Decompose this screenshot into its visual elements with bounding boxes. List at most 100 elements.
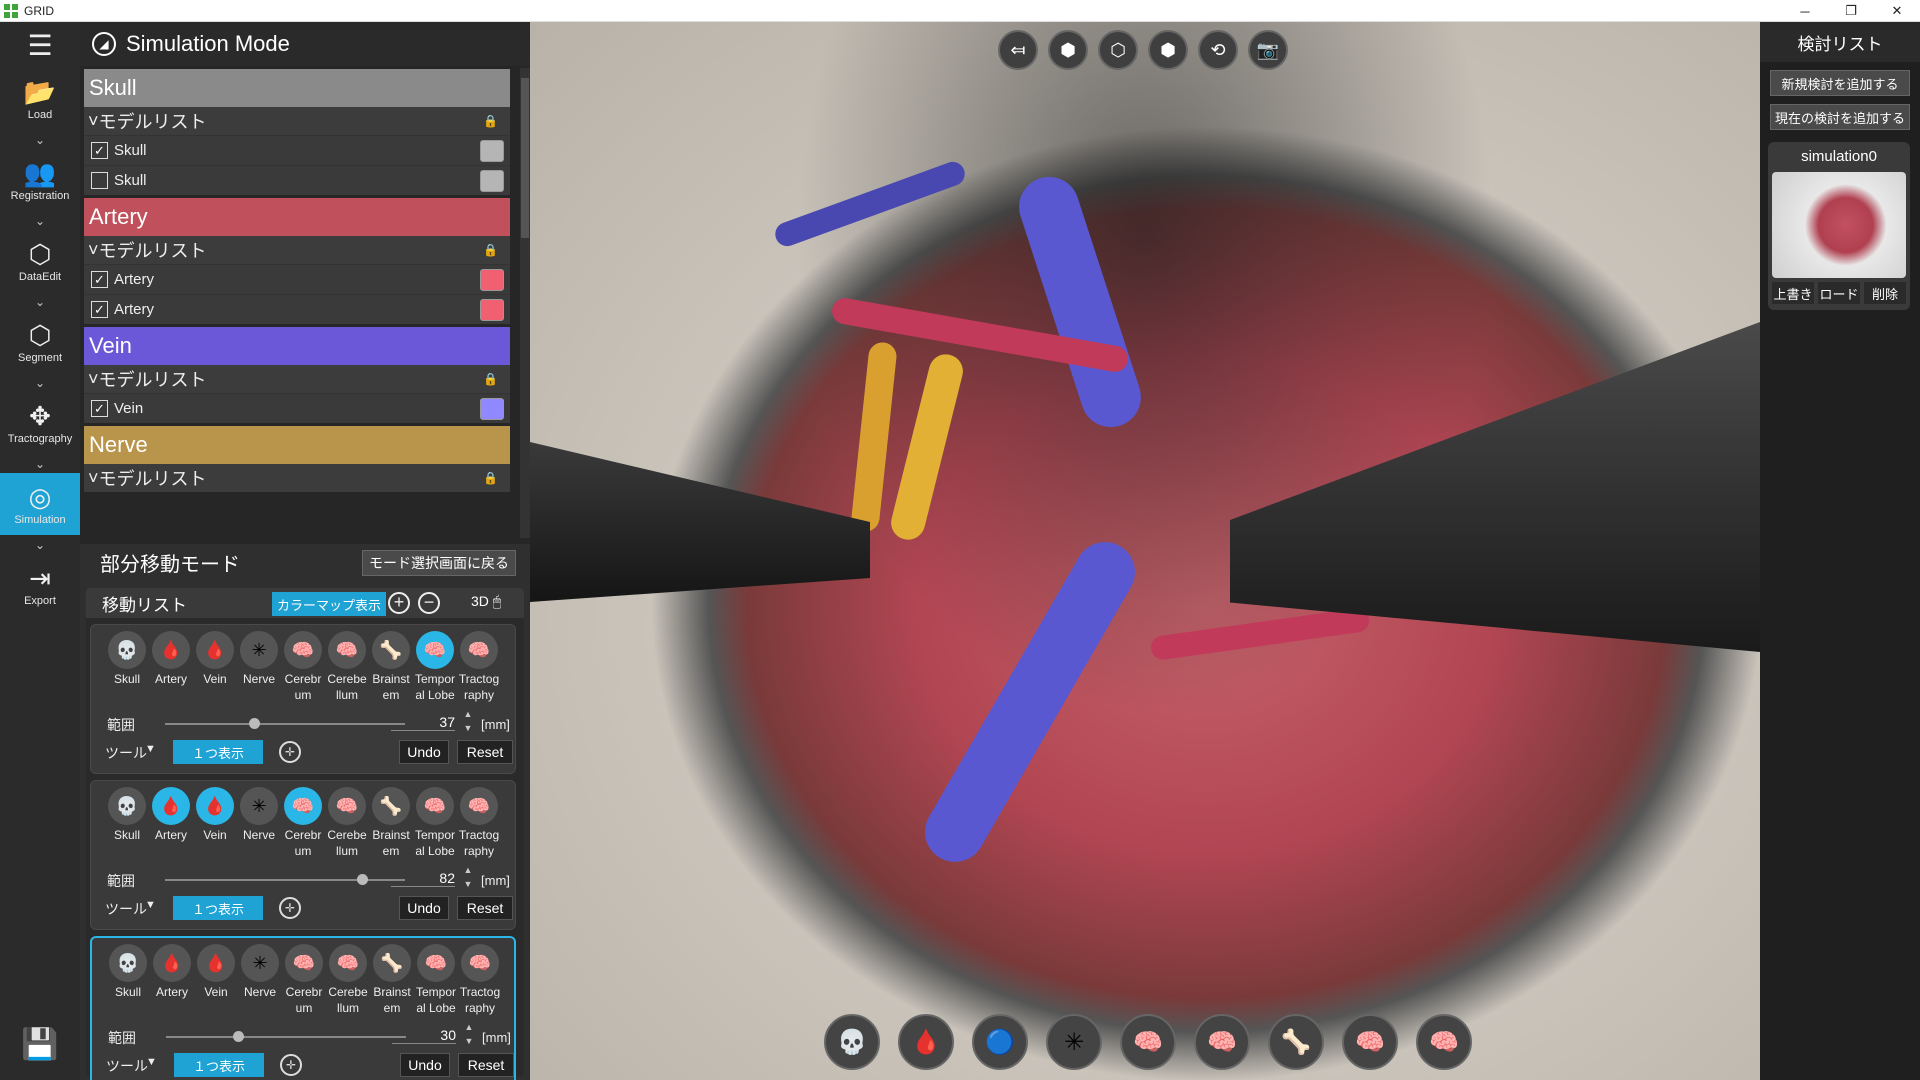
nav-item-export[interactable]: ⇥ Export xyxy=(0,554,80,616)
minimize-button[interactable]: ─ xyxy=(1782,0,1828,22)
organ-toggle[interactable]: 🩸 Artery xyxy=(150,944,194,1016)
model-checkbox[interactable]: ✓ xyxy=(91,271,108,288)
nav-item-segment[interactable]: ⬡ Segment xyxy=(0,311,80,373)
caret-down-icon[interactable]: ˅ xyxy=(88,369,99,390)
organ-toggle[interactable]: 🧠 Cerebe llum xyxy=(325,787,369,859)
range-slider[interactable] xyxy=(165,723,405,725)
target-icon[interactable]: ✛ xyxy=(280,1054,302,1076)
target-icon[interactable]: ✛ xyxy=(279,741,301,763)
chevron-down-icon[interactable]: ⌄ xyxy=(0,454,80,473)
layer-group-title[interactable]: Vein xyxy=(84,327,510,365)
organ-toggle[interactable]: ✳ Nerve xyxy=(237,787,281,859)
undo-button[interactable]: Undo xyxy=(399,896,449,920)
remove-icon[interactable]: − xyxy=(418,592,440,614)
model-checkbox[interactable]: ✓ xyxy=(91,301,108,318)
nerve-model-icon[interactable]: ✳ xyxy=(1046,1014,1102,1070)
organ-toggle[interactable]: 🧠 Tractog raphy xyxy=(457,787,501,859)
organ-toggle[interactable]: 🧠 Tractog raphy xyxy=(458,944,502,1016)
cube-front-icon[interactable]: ⬢ xyxy=(1048,30,1088,70)
undo-button[interactable]: Undo xyxy=(400,1053,450,1077)
organ-icon[interactable]: 🩸 xyxy=(197,944,235,982)
reset-button[interactable]: Reset xyxy=(457,896,513,920)
view-3d-toggle[interactable]: 3D 🖱 xyxy=(471,593,501,610)
nav-item-dataedit[interactable]: ⬡ DataEdit xyxy=(0,230,80,292)
caret-down-icon[interactable]: ▼ xyxy=(146,1056,157,1068)
show-one-button[interactable]: １つ表示 xyxy=(174,1053,264,1077)
organ-toggle[interactable]: 🧠 Cerebe llum xyxy=(326,944,370,1016)
range-spinner[interactable]: ▲ ▼ xyxy=(461,707,475,737)
reset-button[interactable]: Reset xyxy=(457,740,513,764)
nav-item-registration[interactable]: 👥 Registration xyxy=(0,149,80,211)
organ-icon[interactable]: ✳ xyxy=(240,787,278,825)
caret-down-icon[interactable]: ▼ xyxy=(145,899,156,911)
organ-icon[interactable]: ✳ xyxy=(241,944,279,982)
organ-icon[interactable]: 🧠 xyxy=(285,944,323,982)
organ-toggle[interactable]: ✳ Nerve xyxy=(238,944,282,1016)
camera-icon[interactable]: 📷 xyxy=(1248,30,1288,70)
organ-icon[interactable]: 🧠 xyxy=(461,944,499,982)
range-slider-knob[interactable] xyxy=(248,718,260,729)
organ-toggle[interactable]: 🩸 Vein xyxy=(194,944,238,1016)
cube-right-icon[interactable]: ⬢ xyxy=(1148,30,1188,70)
back-to-mode-select-button[interactable]: モード選択画面に戻る xyxy=(362,550,516,576)
organ-icon[interactable]: 💀 xyxy=(108,631,146,669)
organ-toggle[interactable]: 🧠 Cerebe llum xyxy=(325,631,369,703)
organ-toggle[interactable]: 🩸 Vein xyxy=(193,631,237,703)
nav-item-simulation[interactable]: ◎ Simulation xyxy=(0,473,80,535)
organ-icon[interactable]: 🧠 xyxy=(284,631,322,669)
show-one-button[interactable]: １つ表示 xyxy=(173,896,263,920)
range-value-input[interactable]: 30 xyxy=(392,1027,456,1044)
range-slider-knob[interactable] xyxy=(233,1031,244,1042)
model-list-header[interactable]: ˅ モデルリスト 🔒 xyxy=(84,236,510,264)
organ-icon[interactable]: 🦴 xyxy=(373,944,411,982)
organ-toggle[interactable]: 🧠 Cerebr um xyxy=(281,787,325,859)
3d-viewport[interactable]: ⤆ ⬢ ⬡ ⬢ ⟲ 📷 💀 🩸 🔵 ✳ 🧠 🧠 🦴 🧠 🧠 xyxy=(530,22,1760,1080)
organ-icon[interactable]: 🧠 xyxy=(417,944,455,982)
move-card[interactable]: 💀 Skull 🩸 Artery 🩸 Vein ✳ Nerve 🧠 Cerebr um 🧠 Cereb… xyxy=(90,624,516,774)
nav-item-load[interactable]: 📂 Load xyxy=(0,68,80,130)
layer-scrollbar[interactable] xyxy=(520,68,530,538)
organ-icon[interactable]: 🧠 xyxy=(328,787,366,825)
skull-model-icon[interactable]: 💀 xyxy=(824,1014,880,1070)
organ-toggle[interactable]: 🧠 Tractog raphy xyxy=(457,631,501,703)
organ-toggle[interactable]: 🦴 Brainst em xyxy=(369,787,413,859)
organ-toggle[interactable]: 🦴 Brainst em xyxy=(369,631,413,703)
organ-icon[interactable]: 🧠 xyxy=(328,631,366,669)
restore-button[interactable]: ❐ xyxy=(1828,0,1874,22)
chevron-down-icon[interactable]: ⌄ xyxy=(0,292,80,311)
range-slider[interactable] xyxy=(165,879,405,881)
add-icon[interactable]: + xyxy=(388,592,410,614)
organ-icon[interactable]: 🩸 xyxy=(196,787,234,825)
range-spinner[interactable]: ▲ ▼ xyxy=(461,863,475,893)
caret-down-icon[interactable]: ▼ xyxy=(145,743,156,755)
organ-toggle[interactable]: 🧠 Tempor al Lobe xyxy=(414,944,458,1016)
organ-icon[interactable]: 🧠 xyxy=(460,631,498,669)
lock-icon[interactable]: 🔒 xyxy=(483,372,498,386)
organ-toggle[interactable]: 🧠 Cerebr um xyxy=(281,631,325,703)
temporal-lobe-model-icon[interactable]: 🧠 xyxy=(1342,1014,1398,1070)
add-current-review-button[interactable]: 現在の検討を追加する xyxy=(1770,104,1910,130)
lock-icon[interactable]: 🔒 xyxy=(483,114,498,128)
organ-toggle[interactable]: 💀 Skull xyxy=(106,944,150,1016)
organ-toggle[interactable]: 🧠 Cerebr um xyxy=(282,944,326,1016)
save-icon[interactable]: 💾 xyxy=(0,1027,80,1062)
organ-icon[interactable]: 🩸 xyxy=(196,631,234,669)
organ-icon[interactable]: 🦴 xyxy=(372,787,410,825)
cube-left-icon[interactable]: ⬡ xyxy=(1098,30,1138,70)
caret-down-icon[interactable]: ˅ xyxy=(88,111,99,132)
model-list-header[interactable]: ˅ モデルリスト 🔒 xyxy=(84,365,510,393)
model-checkbox[interactable] xyxy=(91,172,108,189)
model-list-header[interactable]: ˅ モデルリスト 🔒 xyxy=(84,107,510,135)
range-slider[interactable] xyxy=(166,1036,406,1038)
organ-icon[interactable]: 🩸 xyxy=(152,631,190,669)
model-checkbox[interactable]: ✓ xyxy=(91,142,108,159)
layer-group-title[interactable]: Artery xyxy=(84,198,510,236)
organ-icon[interactable]: 🩸 xyxy=(153,944,191,982)
organ-toggle[interactable]: ✳ Nerve xyxy=(237,631,281,703)
chevron-down-icon[interactable]: ⌄ xyxy=(0,130,80,149)
chevron-down-icon[interactable]: ⌄ xyxy=(0,373,80,392)
cerebrum-model-icon[interactable]: 🧠 xyxy=(1120,1014,1176,1070)
organ-toggle[interactable]: 🩸 Artery xyxy=(149,631,193,703)
hamburger-menu-icon[interactable]: ☰ xyxy=(0,22,80,68)
range-value-input[interactable]: 82 xyxy=(391,870,455,887)
